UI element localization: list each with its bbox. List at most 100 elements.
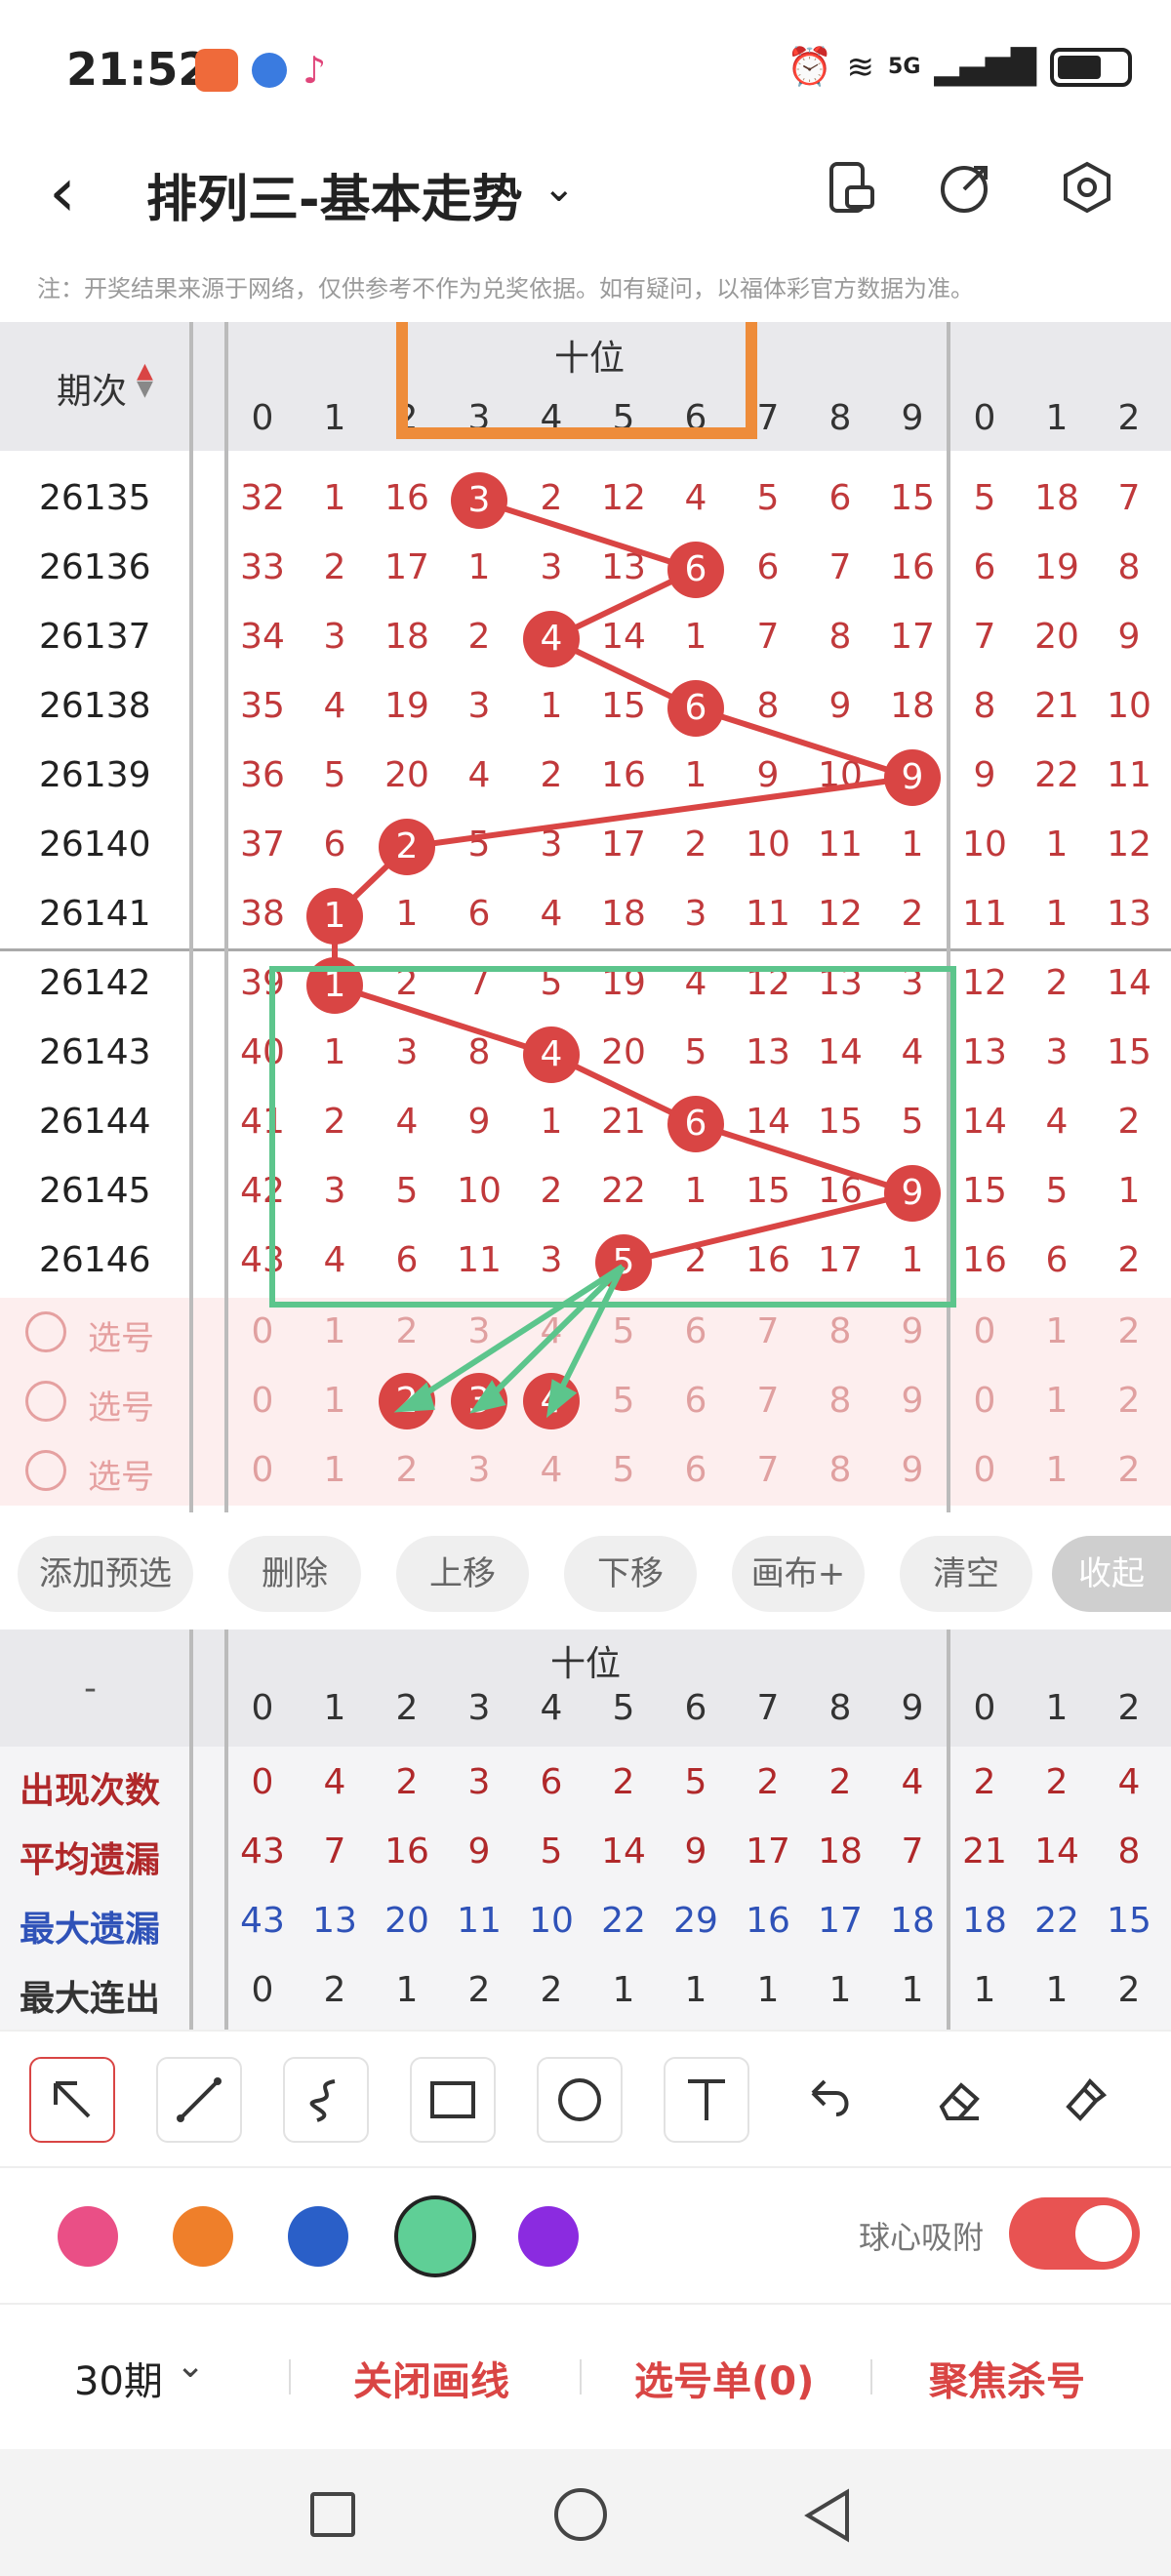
stat-row-label: 最大遗漏 bbox=[20, 1910, 161, 1950]
divider bbox=[870, 2359, 872, 2395]
stat-value: 2 bbox=[828, 1762, 852, 1802]
color-swatch[interactable] bbox=[394, 2195, 476, 2277]
digit-column-header: 6 bbox=[684, 1688, 707, 1728]
delete-button[interactable]: 删除 bbox=[228, 1536, 361, 1612]
snap-to-center-label: 球心吸附 bbox=[859, 2219, 985, 2256]
stat-value: 14 bbox=[1034, 1831, 1079, 1872]
color-swatch[interactable] bbox=[173, 2206, 233, 2267]
add-preselect-button[interactable]: 添加预选 bbox=[18, 1536, 193, 1612]
signal-icon: ▂▄▆█ bbox=[934, 47, 1036, 87]
digit-column-header: 3 bbox=[467, 1688, 491, 1728]
focus-kill-button[interactable]: 聚焦杀号 bbox=[929, 2350, 1085, 2406]
stat-value: 16 bbox=[384, 1831, 429, 1872]
circle-tool-icon[interactable] bbox=[537, 2057, 623, 2143]
column-divider bbox=[224, 1630, 228, 2030]
page-title[interactable]: 排列三-基本走势 bbox=[146, 158, 523, 231]
back-icon[interactable]: ‹ bbox=[49, 158, 76, 226]
stat-value: 7 bbox=[901, 1831, 924, 1872]
phone-rotate-icon[interactable] bbox=[822, 158, 880, 217]
rect-tool-icon[interactable] bbox=[410, 2057, 496, 2143]
color-palette: 球心吸附 bbox=[0, 2166, 1171, 2303]
stat-value: 9 bbox=[467, 1831, 491, 1872]
digit-column-header: 8 bbox=[828, 1688, 852, 1728]
undo-icon[interactable] bbox=[788, 2057, 874, 2143]
arrow-tool-icon[interactable] bbox=[29, 2057, 115, 2143]
divider bbox=[289, 2359, 291, 2395]
curve-tool-icon[interactable] bbox=[283, 2057, 369, 2143]
share-icon[interactable] bbox=[937, 158, 995, 217]
move-up-button[interactable]: 上移 bbox=[396, 1536, 529, 1612]
stat-value: 7 bbox=[323, 1831, 346, 1872]
stat-value: 4 bbox=[1117, 1762, 1141, 1802]
canvas-plus-button[interactable]: 画布+ bbox=[732, 1536, 865, 1612]
recents-icon[interactable] bbox=[310, 2492, 355, 2537]
move-down-button[interactable]: 下移 bbox=[564, 1536, 697, 1612]
music-notification-icon: ♪ bbox=[303, 49, 327, 92]
title-bar: ‹ 排列三-基本走势 ⌄ bbox=[0, 137, 1171, 254]
bottom-action-bar: 30期 ⌄ 关闭画线 选号单(0) 聚焦杀号 bbox=[0, 2303, 1171, 2449]
stat-value: 11 bbox=[457, 1901, 502, 1941]
stat-value: 8 bbox=[1117, 1831, 1141, 1872]
divider bbox=[580, 2359, 582, 2395]
stat-value: 43 bbox=[240, 1901, 285, 1941]
period-count-dropdown[interactable]: 30期 bbox=[74, 2350, 163, 2406]
eraser-icon[interactable] bbox=[915, 2057, 1001, 2143]
wifi-icon: ≋ bbox=[846, 47, 875, 87]
chevron-down-icon[interactable]: ⌄ bbox=[176, 2346, 205, 2386]
stat-value: 18 bbox=[890, 1901, 935, 1941]
stat-value: 2 bbox=[395, 1762, 419, 1802]
trend-grid: 期次 ▲ ▼ 十位 0123456789012 26135 32 1 16 2 12 4 5 6 1… bbox=[0, 322, 1171, 1512]
battery-icon bbox=[1050, 47, 1132, 87]
stat-row-label: 平均遗漏 bbox=[20, 1840, 161, 1880]
home-icon[interactable] bbox=[554, 2488, 607, 2541]
stat-value: 2 bbox=[756, 1762, 780, 1802]
stat-value: 2 bbox=[612, 1762, 635, 1802]
stat-value: 1 bbox=[395, 1970, 419, 2010]
stat-value: 2 bbox=[467, 1970, 491, 2010]
digit-column-header: 4 bbox=[540, 1688, 563, 1728]
stat-value: 2 bbox=[973, 1762, 996, 1802]
digit-column-header: 5 bbox=[612, 1688, 635, 1728]
stat-value: 16 bbox=[746, 1901, 790, 1941]
stat-value: 2 bbox=[540, 1970, 563, 2010]
digit-column-header: 0 bbox=[251, 1688, 274, 1728]
stat-value: 1 bbox=[684, 1970, 707, 2010]
chevron-down-icon[interactable]: ⌄ bbox=[543, 166, 576, 211]
color-swatch[interactable] bbox=[288, 2206, 348, 2267]
selection-list-button[interactable]: 选号单(0) bbox=[634, 2350, 814, 2406]
stat-value: 3 bbox=[467, 1762, 491, 1802]
stat-value: 21 bbox=[962, 1831, 1007, 1872]
green-arrows bbox=[393, 1264, 626, 1419]
digit-column-header: 1 bbox=[323, 1688, 346, 1728]
digit-column-header: 2 bbox=[1117, 1688, 1141, 1728]
digit-column-header: 7 bbox=[756, 1688, 780, 1728]
stat-value: 2 bbox=[1117, 1970, 1141, 2010]
stat-value: 1 bbox=[973, 1970, 996, 2010]
back-nav-icon[interactable] bbox=[798, 2486, 857, 2545]
network-label: 5G bbox=[888, 55, 921, 79]
clear-button[interactable]: 清空 bbox=[900, 1536, 1032, 1612]
line-tool-icon[interactable] bbox=[156, 2057, 242, 2143]
color-swatch[interactable] bbox=[518, 2206, 579, 2267]
stat-value: 5 bbox=[540, 1831, 563, 1872]
system-nav-bar bbox=[0, 2449, 1171, 2576]
stat-value: 18 bbox=[818, 1831, 863, 1872]
action-button-bar: 添加预选 删除 上移 下移 画布+ 清空 收起 bbox=[0, 1512, 1171, 1630]
close-drawing-button[interactable]: 关闭画线 bbox=[353, 2350, 509, 2406]
stat-value: 6 bbox=[540, 1762, 563, 1802]
stat-value: 0 bbox=[251, 1762, 274, 1802]
stat-value: 10 bbox=[529, 1901, 574, 1941]
digit-column-header: 9 bbox=[901, 1688, 924, 1728]
color-swatch[interactable] bbox=[58, 2206, 118, 2267]
stat-value: 1 bbox=[901, 1970, 924, 2010]
collapse-button[interactable]: 收起 bbox=[1052, 1536, 1171, 1612]
column-divider bbox=[189, 1630, 193, 2030]
column-divider bbox=[947, 1630, 950, 2030]
settings-icon[interactable] bbox=[1058, 158, 1116, 217]
text-tool-icon[interactable] bbox=[664, 2057, 749, 2143]
stat-value: 29 bbox=[673, 1901, 718, 1941]
snap-to-center-toggle[interactable] bbox=[1009, 2197, 1140, 2270]
clear-brush-icon[interactable] bbox=[1042, 2057, 1128, 2143]
stat-value: 13 bbox=[312, 1901, 357, 1941]
stat-value: 43 bbox=[240, 1831, 285, 1872]
